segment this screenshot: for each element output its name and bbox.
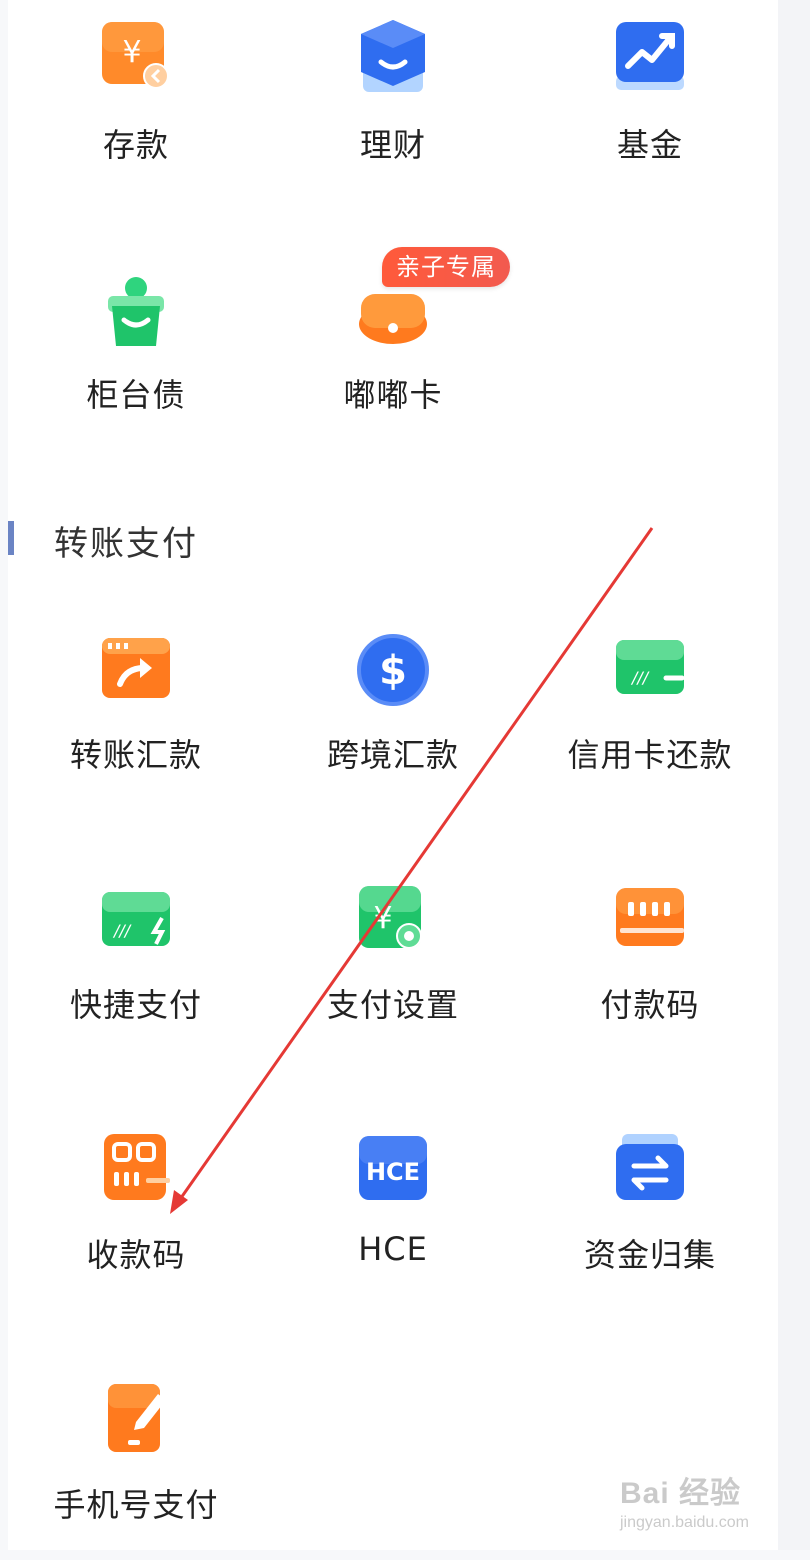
svg-text:¥: ¥	[373, 901, 392, 936]
tile-label: 基金	[616, 126, 683, 164]
phone-number-pay-icon	[96, 1378, 176, 1458]
tile-hce[interactable]: HCE HCE	[273, 1110, 513, 1310]
payment-code-icon	[610, 878, 690, 958]
tile-label: 跨境汇款	[326, 736, 459, 774]
tile-credit-card-repay[interactable]: /// 信用卡还款	[530, 610, 770, 810]
tile-label: 付款码	[600, 986, 700, 1024]
cross-border-dollar-icon: $	[353, 628, 433, 708]
tile-fund-pooling[interactable]: 资金归集	[530, 1110, 770, 1310]
tile-label: 支付设置	[326, 986, 459, 1024]
tile-cross-border[interactable]: $ 跨境汇款	[273, 610, 513, 810]
credit-card-repay-icon: ///	[610, 628, 690, 708]
transfer-icon	[96, 628, 176, 708]
tile-phone-pay[interactable]: 手机号支付	[16, 1360, 256, 1560]
tile-label: 理财	[359, 126, 426, 164]
baidu-jingyan-watermark: Bai 经验 jingyan.baidu.com	[620, 1468, 780, 1538]
tile-label: 手机号支付	[53, 1486, 219, 1524]
quick-pay-card-icon: ///	[96, 878, 176, 958]
deposit-yuan-icon: ¥	[96, 18, 176, 98]
kids-exclusive-badge: 亲子专属	[382, 247, 510, 287]
watermark-url: jingyan.baidu.com	[620, 1514, 749, 1531]
tile-label: 信用卡还款	[567, 736, 733, 774]
tile-label: 资金归集	[583, 1236, 716, 1274]
tile-quick-pay[interactable]: /// 快捷支付	[16, 860, 256, 1060]
tile-label: 嘟嘟卡	[343, 376, 443, 414]
tile-label: 快捷支付	[69, 986, 202, 1024]
tile-payment-code[interactable]: 付款码	[530, 860, 770, 1060]
wealth-management-icon	[353, 18, 433, 98]
watermark-brand: Bai 经验	[620, 1477, 742, 1510]
svg-text:///: ///	[630, 668, 650, 687]
tile-label: 转账汇款	[69, 736, 202, 774]
receive-code-icon	[96, 1128, 176, 1208]
tile-counter-bond[interactable]: 柜台债	[16, 250, 256, 450]
tile-deposit[interactable]: ¥ 存款	[16, 0, 256, 200]
payment-settings-icon: ¥	[353, 878, 433, 958]
fund-chart-icon	[610, 18, 690, 98]
hce-icon: HCE	[353, 1128, 433, 1208]
section-accent-bar	[8, 521, 14, 555]
counter-bond-icon	[96, 268, 176, 348]
svg-text:///: ///	[112, 921, 132, 940]
tile-payment-settings[interactable]: ¥ 支付设置	[273, 860, 513, 1060]
scrollbar-track[interactable]	[778, 0, 810, 1550]
tile-fund[interactable]: 基金	[530, 0, 770, 200]
tile-transfer[interactable]: 转账汇款	[16, 610, 256, 810]
tile-label: 收款码	[86, 1236, 186, 1274]
tile-label: HCE	[358, 1230, 428, 1268]
section-title: 转账支付	[54, 524, 198, 564]
tile-receive-code[interactable]: 收款码	[16, 1110, 256, 1310]
tile-wealth[interactable]: 理财	[273, 0, 513, 200]
fund-pooling-icon	[610, 1128, 690, 1208]
svg-text:$: $	[379, 648, 407, 694]
svg-text:HCE: HCE	[366, 1158, 420, 1186]
tile-label: 存款	[102, 126, 169, 164]
svg-text:¥: ¥	[122, 35, 141, 70]
tile-label: 柜台债	[86, 376, 186, 414]
